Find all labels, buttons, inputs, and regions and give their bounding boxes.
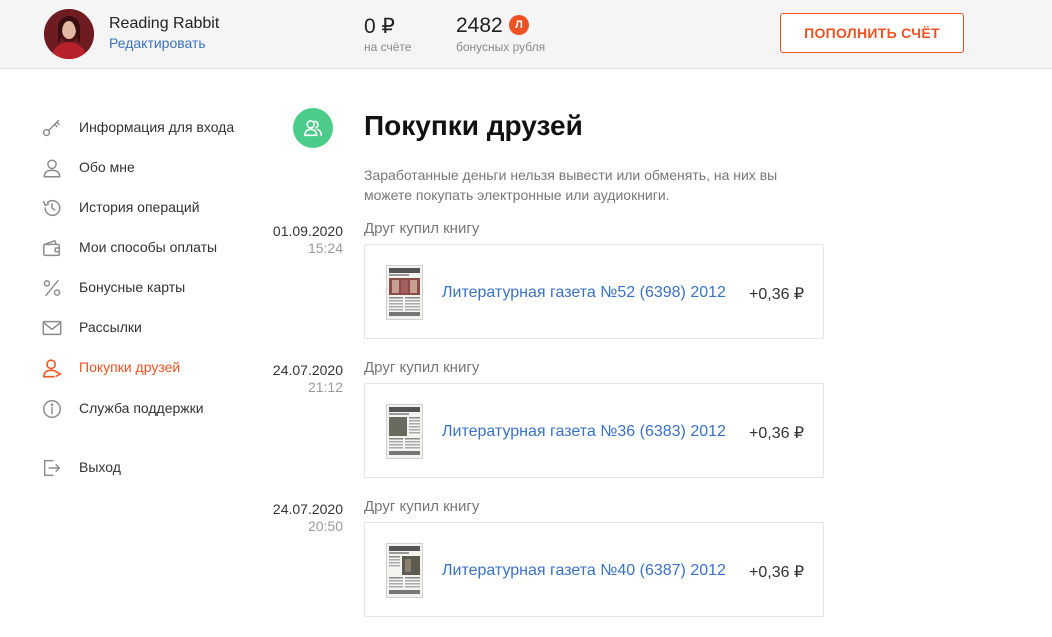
sidebar-item-label: Информация для входа — [79, 119, 235, 135]
bonus-caption: бонусных рубля — [456, 40, 546, 54]
sidebar-item-history[interactable]: История операций — [40, 196, 200, 220]
book-link[interactable]: Литературная газета №36 (6383) 2012 — [442, 423, 726, 441]
page-title: Покупки друзей — [364, 110, 583, 141]
info-icon — [40, 397, 64, 421]
sidebar-item-label: Покупки друзей — [79, 359, 181, 375]
book-link[interactable]: Литературная газета №52 (6398) 2012 — [442, 284, 726, 302]
book-link[interactable]: Литературная газета №40 (6387) 2012 — [442, 562, 726, 580]
balance-caption: на счёте — [364, 40, 412, 54]
sidebar-item-label: История операций — [79, 199, 200, 215]
operation-date: 24.07.2020 — [272, 362, 343, 378]
history-icon — [40, 196, 64, 220]
sidebar-item-label: Бонусные карты — [79, 279, 186, 295]
book-cover[interactable] — [386, 543, 423, 598]
book-cover[interactable] — [386, 265, 423, 320]
sidebar-item-payment-methods[interactable]: Мои способы оплаты — [40, 236, 217, 260]
operation-date: 01.09.2020 — [272, 223, 343, 239]
user-name: Reading Rabbit — [109, 15, 220, 32]
sidebar-item-newsletters[interactable]: Рассылки — [40, 316, 142, 340]
operation-time: 21:12 — [307, 379, 343, 395]
user-icon — [40, 156, 64, 180]
operation-card: Литературная газета №36 (6383) 2012 +0,3… — [364, 383, 824, 478]
edit-profile-link[interactable]: Редактировать — [109, 35, 206, 51]
sidebar-item-bonus-cards[interactable]: Бонусные карты — [40, 276, 185, 300]
envelope-icon — [40, 316, 64, 340]
sidebar-item-friends-purchases[interactable]: Покупки друзей — [40, 356, 180, 380]
sidebar-item-label: Выход — [79, 459, 121, 475]
sidebar-item-label: Мои способы оплаты — [79, 239, 218, 255]
avatar[interactable] — [44, 9, 94, 59]
friend-icon — [40, 356, 64, 380]
operation-date: 24.07.2020 — [272, 501, 343, 517]
operation-heading: Друг купил книгу — [364, 498, 480, 515]
key-icon — [40, 116, 64, 140]
operation-heading: Друг купил книгу — [364, 359, 480, 376]
wallet-icon — [40, 236, 64, 260]
bonus-currency-badge: Л — [509, 15, 529, 35]
sidebar-item-label: Обо мне — [79, 159, 135, 175]
operation-time: 20:50 — [307, 518, 343, 534]
logout-icon — [40, 456, 64, 480]
balance-amount: 0 ₽ — [364, 15, 395, 38]
bonus-amount: 2482 — [456, 14, 503, 37]
sidebar-item-support[interactable]: Служба поддержки — [40, 397, 204, 421]
percent-icon — [40, 276, 64, 300]
sidebar-item-logout[interactable]: Выход — [40, 456, 121, 480]
operation-amount: +0,36 ₽ — [749, 425, 805, 442]
topup-button[interactable]: ПОПОЛНИТЬ СЧЁТ — [780, 13, 964, 53]
friends-icon — [293, 108, 333, 148]
operation-card: Литературная газета №52 (6398) 2012 +0,3… — [364, 244, 824, 339]
operation-card: Литературная газета №40 (6387) 2012 +0,3… — [364, 522, 824, 617]
top-header: Reading Rabbit Редактировать 0 ₽ на счёт… — [0, 0, 1052, 69]
sidebar-item-login-info[interactable]: Информация для входа — [40, 116, 234, 140]
sidebar-item-label: Рассылки — [79, 319, 142, 335]
operation-amount: +0,36 ₽ — [749, 286, 805, 303]
operation-amount: +0,36 ₽ — [749, 564, 805, 581]
operation-heading: Друг купил книгу — [364, 220, 480, 237]
sidebar-item-label: Служба поддержки — [79, 400, 204, 416]
page-description: Заработанные деньги нельзя вывести или о… — [364, 167, 778, 203]
operation-time: 15:24 — [307, 240, 343, 256]
sidebar-item-about-me[interactable]: Обо мне — [40, 156, 135, 180]
book-cover[interactable] — [386, 404, 423, 459]
